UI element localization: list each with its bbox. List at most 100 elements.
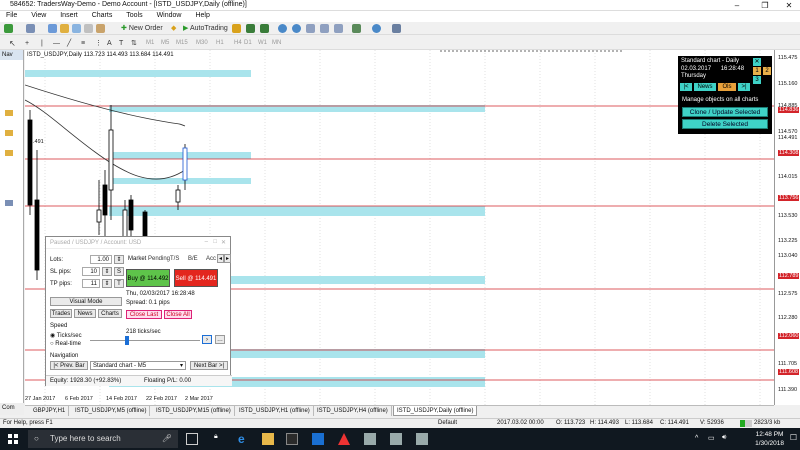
crosshair-icon[interactable]: + — [22, 38, 32, 49]
tab-usdjpy-daily[interactable]: ISTD_USDJPY,Daily (offline) — [393, 406, 478, 416]
horizontal-line-icon[interactable]: — — [50, 38, 63, 49]
menu-tools[interactable]: Tools — [120, 11, 148, 19]
menu-charts[interactable]: Charts — [86, 11, 119, 19]
zoom-in-icon[interactable] — [278, 24, 287, 33]
tp-stepper[interactable]: ⇕ — [102, 279, 112, 288]
tab-usdjpy-h1[interactable]: ISTD_USDJPY,H1 (offline) — [236, 406, 314, 416]
tab-acc[interactable]: Acc — [206, 256, 216, 262]
sl-input[interactable]: 10 — [82, 267, 100, 276]
tab-scroll-left[interactable]: ◂ — [217, 254, 224, 263]
folder-icon[interactable] — [5, 150, 13, 156]
minimize-button[interactable]: – — [728, 0, 746, 11]
play-icon[interactable]: › — [202, 335, 212, 344]
timeframe-m15[interactable]: M15 — [176, 40, 188, 46]
start-icon[interactable] — [8, 434, 18, 444]
lots-stepper[interactable]: ⇕ — [114, 255, 124, 264]
menu-help[interactable]: Help — [189, 11, 215, 19]
taskbar-clock[interactable]: 12:48 PM 1/30/2018 — [755, 430, 784, 448]
vertical-line-icon[interactable]: | — [38, 38, 46, 49]
tab-be[interactable]: B/E — [188, 256, 198, 262]
zoom-out-icon[interactable] — [292, 24, 301, 33]
app-icon-1[interactable] — [364, 433, 376, 445]
periods-icon[interactable] — [372, 24, 381, 33]
news-button[interactable]: News — [694, 83, 716, 91]
close-dialog-icon[interactable]: ✕ — [221, 239, 226, 246]
autotrading-button[interactable]: ▶ AutoTrading — [180, 23, 231, 34]
store-icon[interactable] — [286, 433, 298, 445]
tab-pending[interactable]: Pending — [148, 256, 170, 262]
line-chart-icon[interactable] — [260, 24, 269, 33]
taskbar-search[interactable]: ○ Type here to search 🎤︎ — [28, 430, 178, 448]
templates-icon[interactable] — [392, 24, 401, 33]
timeframe-h4[interactable]: H4 — [234, 40, 242, 46]
tray-chevron-icon[interactable]: ^ — [695, 435, 698, 442]
speed-slider-track[interactable] — [90, 340, 200, 341]
timeframe-h1[interactable]: H1 — [216, 40, 224, 46]
cursor-icon[interactable]: ↖ — [6, 38, 19, 49]
candlestick-icon[interactable] — [246, 24, 255, 33]
channel-icon[interactable]: ≡ — [78, 38, 88, 49]
lots-input[interactable]: 1.00 — [90, 255, 112, 264]
news-button[interactable]: News — [74, 309, 96, 318]
label-icon[interactable]: T — [116, 38, 126, 49]
trades-button[interactable]: Trades — [50, 309, 72, 318]
close-button[interactable]: ✕ — [780, 0, 798, 11]
visual-mode-button[interactable]: Visual Mode — [50, 297, 122, 306]
clone-update-button[interactable]: Clone / Update Selected — [682, 107, 768, 117]
metaeditor-button[interactable]: ◆ — [168, 23, 179, 34]
slot-3-button[interactable]: 3 — [753, 76, 761, 84]
close-panel-button[interactable]: ✕ — [753, 58, 761, 66]
notification-icon[interactable]: ☐ — [790, 433, 797, 442]
sl-stepper[interactable]: ⇕ — [102, 267, 112, 276]
timeframe-mn[interactable]: MN — [272, 40, 281, 46]
edge-icon[interactable]: e — [238, 433, 250, 445]
trendline-icon[interactable]: ╱ — [64, 38, 74, 49]
prev-bar-button[interactable]: |< Prev. Bar — [50, 361, 88, 370]
buy-button[interactable]: Buy @ 114.492 — [126, 269, 170, 287]
ols-button[interactable]: Ols — [718, 83, 736, 91]
tab-usdjpy-m15[interactable]: ISTD_USDJPY,M15 (offline) — [153, 406, 235, 416]
slot-2-button[interactable]: 2 — [763, 67, 771, 75]
new-chart-icon[interactable] — [4, 24, 13, 33]
menu-insert[interactable]: Insert — [54, 11, 84, 19]
folder-icon[interactable] — [5, 110, 13, 116]
close-all-button[interactable]: Close All — [164, 310, 192, 319]
bar-chart-icon[interactable] — [232, 24, 241, 33]
metatrader-icon[interactable] — [338, 433, 350, 445]
market-watch-icon[interactable] — [48, 24, 57, 33]
tab-ts[interactable]: T/S — [170, 256, 179, 262]
navigator-icon[interactable] — [72, 24, 81, 33]
chart-select[interactable]: Standard chart - M5 ▾ — [90, 361, 186, 370]
text-icon[interactable]: A — [104, 38, 115, 49]
tile-windows-icon[interactable] — [306, 24, 315, 33]
menu-file[interactable]: File — [0, 11, 23, 19]
lock-icon[interactable]: 🔒︎ — [214, 433, 226, 445]
sl-lock-button[interactable]: S — [114, 267, 124, 276]
menu-window[interactable]: Window — [151, 11, 188, 19]
profiles-icon[interactable] — [26, 24, 35, 33]
file-explorer-icon[interactable] — [262, 433, 274, 445]
tab-usdjpy-m5[interactable]: ISTD_USDJPY,M5 (offline) — [72, 406, 151, 416]
indicator-icon[interactable] — [5, 200, 13, 206]
new-order-button[interactable]: ✚ New Order — [118, 23, 166, 34]
volume-icon[interactable]: 🔊︎ — [722, 434, 726, 442]
minimize-dialog-icon[interactable]: – — [205, 239, 208, 245]
maximize-dialog-icon[interactable]: □ — [213, 239, 217, 245]
timeframe-w1[interactable]: W1 — [258, 40, 267, 46]
sell-button[interactable]: Sell @ 114.491 — [174, 269, 218, 287]
task-view-icon[interactable] — [186, 433, 198, 445]
restore-button[interactable]: ❐ — [756, 0, 774, 11]
tp-lock-button[interactable]: T — [114, 279, 124, 288]
indicators-icon[interactable] — [352, 24, 361, 33]
menu-view[interactable]: View — [25, 11, 52, 19]
tab-market[interactable]: Market — [128, 256, 146, 262]
tab-gbpjpy-h1[interactable]: GBPJPY,H1 — [30, 406, 70, 416]
network-icon[interactable]: ▭ — [708, 434, 715, 442]
next-bar-button[interactable]: Next Bar >| — [190, 361, 228, 370]
tp-input[interactable]: 11 — [82, 279, 100, 288]
slot-1-button[interactable]: 1 — [753, 67, 761, 75]
microphone-icon[interactable]: 🎤︎ — [162, 430, 172, 448]
more-icon[interactable]: … — [215, 335, 225, 344]
timeframe-m1[interactable]: M1 — [146, 40, 154, 46]
common-tab[interactable]: Com — [0, 403, 24, 415]
